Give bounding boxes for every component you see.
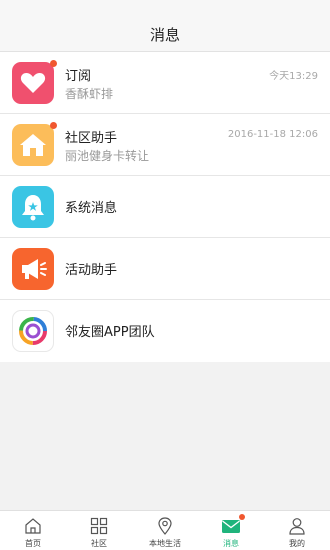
message-time: 2016-11-18 12:06: [227, 129, 318, 140]
page-title: 消息: [149, 26, 180, 44]
message-title: 系统消息: [65, 201, 118, 216]
message-item-system[interactable]: 系统消息: [0, 176, 330, 238]
tab-label: 消息: [223, 539, 239, 548]
grid-icon: [89, 516, 109, 536]
message-item-community-assistant[interactable]: 社区助手 丽池健身卡转让 2016-11-18 12:06: [0, 114, 330, 176]
tab-messages[interactable]: 消息: [198, 511, 264, 550]
megaphone-icon: [12, 248, 54, 290]
message-item-app-team[interactable]: 邻友圈APP团队: [0, 300, 330, 362]
app-logo-icon: [12, 310, 54, 352]
mail-icon: [221, 516, 241, 536]
tab-profile[interactable]: 我的: [264, 511, 330, 550]
message-item-subscription[interactable]: 订阅 香酥虾排 今天13:29: [0, 52, 330, 114]
tab-label: 社区: [91, 539, 107, 548]
tab-local-life[interactable]: 本地生活: [132, 511, 198, 550]
tab-label: 本地生活: [149, 539, 181, 548]
message-title: 社区助手: [65, 131, 118, 146]
message-title: 订阅: [65, 69, 92, 84]
top-bar: 消息: [0, 0, 330, 52]
unread-dot: [50, 60, 57, 67]
heart-icon: [12, 62, 54, 104]
person-icon: [287, 516, 307, 536]
home-icon: [12, 124, 54, 166]
message-title: 邻友圈APP团队: [65, 325, 155, 340]
message-preview: 丽池健身卡转让: [65, 149, 150, 163]
unread-dot: [239, 514, 245, 520]
bottom-tab-bar: 首页 社区 本地生活 消息 我的: [0, 510, 330, 550]
message-list: 订阅 香酥虾排 今天13:29 社区助手 丽池健身卡转让 2016-11-18 …: [0, 52, 330, 362]
home-outline-icon: [23, 516, 43, 536]
message-item-activity-assistant[interactable]: 活动助手: [0, 238, 330, 300]
message-preview: 香酥虾排: [65, 87, 114, 101]
tab-label: 首页: [25, 539, 41, 548]
tab-label: 我的: [289, 539, 305, 548]
location-pin-icon: [155, 516, 175, 536]
message-time: 今天13:29: [269, 71, 318, 82]
bell-icon: [12, 186, 54, 228]
unread-dot: [50, 122, 57, 129]
tab-community[interactable]: 社区: [66, 511, 132, 550]
tab-home[interactable]: 首页: [0, 511, 66, 550]
message-title: 活动助手: [65, 263, 118, 278]
